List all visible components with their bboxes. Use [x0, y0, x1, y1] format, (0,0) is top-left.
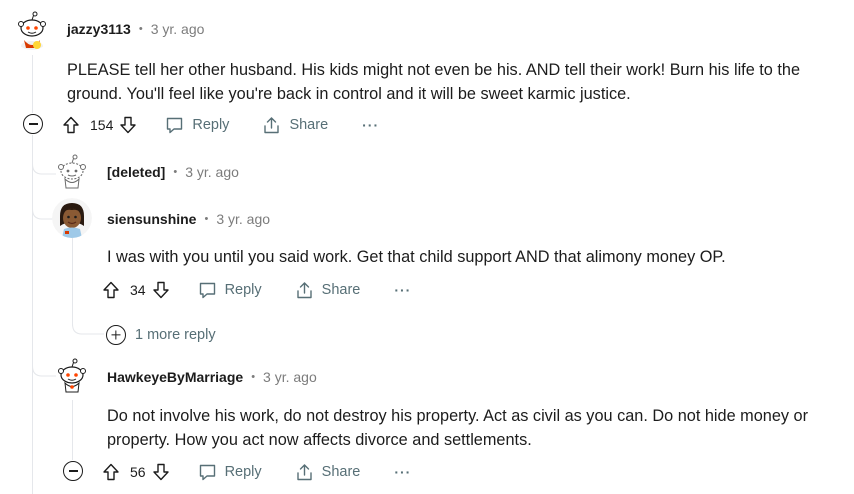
- separator-dot: •: [251, 371, 256, 383]
- username: [deleted]: [107, 164, 166, 180]
- username[interactable]: jazzy3113: [67, 21, 131, 37]
- reply-label: Reply: [224, 282, 262, 298]
- collapse-button[interactable]: [63, 461, 83, 481]
- downvote-button[interactable]: [152, 463, 170, 481]
- more-options-button[interactable]: ···: [362, 117, 379, 133]
- avatar[interactable]: [52, 198, 92, 238]
- separator-dot: •: [204, 213, 209, 225]
- share-label: Share: [321, 464, 361, 480]
- comment-icon: [199, 464, 215, 480]
- upvote-button[interactable]: [62, 116, 80, 134]
- thread-line: [32, 135, 33, 494]
- username[interactable]: siensunshine: [107, 211, 196, 227]
- vote-count: 34: [130, 282, 146, 298]
- reply-button[interactable]: Reply: [198, 463, 262, 482]
- thread-line: [32, 55, 33, 113]
- comment-body: PLEASE tell her other husband. His kids …: [67, 61, 801, 103]
- comment-body: I was with you until you said work. Get …: [107, 248, 726, 266]
- comment-actions: 154 Reply Share ···: [62, 111, 379, 139]
- avatar[interactable]: [12, 10, 52, 50]
- comment-body: Do not involve his work, do not destroy …: [107, 407, 809, 449]
- upvote-icon: [63, 116, 79, 134]
- custom-avatar-icon: [52, 198, 92, 238]
- share-icon: [264, 116, 280, 133]
- upvote-button[interactable]: [102, 463, 120, 481]
- reply-button[interactable]: Reply: [198, 281, 262, 300]
- minus-icon: [28, 123, 38, 125]
- comment-meta: [deleted] • 3 yr. ago: [107, 164, 239, 180]
- more-options-button[interactable]: ···: [394, 464, 411, 480]
- vote-count: 56: [130, 464, 146, 480]
- downvote-button[interactable]: [152, 281, 170, 299]
- comment-meta: jazzy3113 • 3 yr. ago: [67, 21, 204, 37]
- comment-icon: [167, 117, 183, 133]
- share-label: Share: [321, 282, 361, 298]
- downvote-button[interactable]: [119, 116, 137, 134]
- comment-icon: [199, 282, 215, 298]
- comment-meta: siensunshine • 3 yr. ago: [107, 211, 270, 227]
- comment-actions: 56 Reply Share ···: [102, 458, 411, 486]
- avatar: [52, 152, 92, 192]
- downvote-icon: [152, 463, 169, 481]
- comment-meta: HawkeyeByMarriage • 3 yr. ago: [107, 369, 317, 385]
- deleted-snoo-avatar-icon: [58, 154, 86, 189]
- reply-button[interactable]: Reply: [165, 116, 229, 135]
- minus-icon: [68, 470, 78, 472]
- upvote-icon: [103, 463, 119, 481]
- reply-label: Reply: [192, 117, 230, 133]
- downvote-icon: [152, 281, 169, 299]
- vote-count: 154: [90, 117, 114, 133]
- comment-actions: 34 Reply Share ···: [102, 276, 411, 304]
- collapse-button[interactable]: [23, 114, 43, 134]
- username[interactable]: HawkeyeByMarriage: [107, 369, 243, 385]
- plus-icon: [106, 325, 126, 345]
- upvote-button[interactable]: [102, 281, 120, 299]
- snoo-avatar-icon: [18, 11, 46, 50]
- thread-line: [72, 400, 73, 460]
- share-button[interactable]: Share: [295, 463, 361, 482]
- timestamp[interactable]: 3 yr. ago: [151, 21, 205, 37]
- more-replies-button[interactable]: 1 more reply: [106, 325, 216, 345]
- more-options-button[interactable]: ···: [394, 282, 411, 298]
- timestamp[interactable]: 3 yr. ago: [185, 164, 239, 180]
- share-icon: [296, 281, 312, 298]
- thread-connector: [72, 310, 104, 335]
- share-icon: [296, 463, 312, 480]
- share-label: Share: [289, 117, 329, 133]
- snoo-avatar-icon: [58, 358, 86, 393]
- share-button[interactable]: Share: [295, 281, 361, 300]
- share-button[interactable]: Share: [262, 116, 328, 135]
- avatar[interactable]: [52, 356, 92, 396]
- separator-dot: •: [173, 166, 178, 178]
- timestamp[interactable]: 3 yr. ago: [263, 369, 317, 385]
- upvote-icon: [103, 281, 119, 299]
- reply-label: Reply: [224, 464, 262, 480]
- downvote-icon: [120, 116, 137, 134]
- more-replies-label: 1 more reply: [135, 327, 216, 343]
- timestamp[interactable]: 3 yr. ago: [216, 211, 270, 227]
- separator-dot: •: [138, 23, 143, 35]
